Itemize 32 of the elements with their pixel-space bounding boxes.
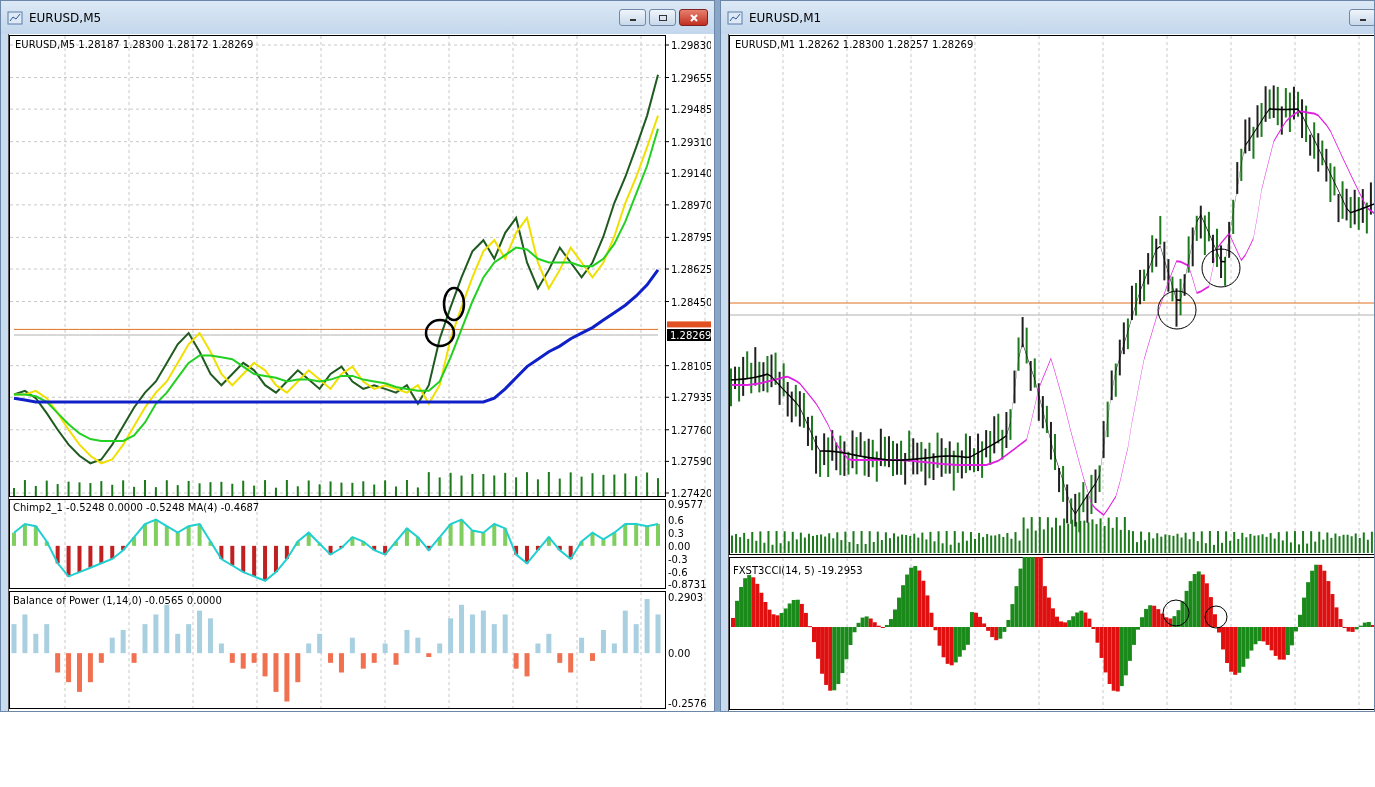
axis-label: 1.29830: [671, 40, 711, 51]
chart-header: EURUSD,M5 1.28187 1.28300 1.28172 1.28269: [15, 39, 254, 50]
axis-label: 0.6: [668, 514, 684, 526]
axis-label: 1.27760: [671, 424, 711, 436]
indicator-legend: FXST3CCI(14, 5) -19.2953: [733, 565, 863, 576]
axis-label: -0.8731: [668, 579, 707, 589]
axis-label: 1.28625: [671, 264, 711, 275]
axis-label: 1.27590: [671, 456, 711, 468]
axis-label: 0.9577: [668, 499, 703, 510]
axis-label: 1.29140: [671, 168, 711, 180]
axis-label: 1.29310: [671, 136, 711, 148]
axis-label: 0.00: [668, 648, 691, 660]
indicator-legend: Balance of Power (1,14,0) -0.0565 0.0000: [13, 595, 222, 606]
axis-label: 1.29655: [671, 72, 711, 84]
axis-label: 1.28105: [671, 360, 711, 372]
axis-label: 1.28970: [671, 199, 711, 211]
axis-label: -0.6: [668, 567, 688, 579]
window-title: EURUSD,M1: [749, 10, 822, 25]
axis-label: -0.2576: [668, 698, 707, 709]
indicator-legend: Chimp2_1 -0.5248 0.0000 -0.5248 MA(4) -0.4687: [13, 502, 260, 513]
window-title: EURUSD,M5: [29, 10, 102, 25]
axis-label: 1.28795: [671, 232, 711, 244]
axis-label: 1.27420: [671, 488, 711, 497]
axis-label: -0.3: [668, 553, 688, 565]
axis-label: 0.00: [668, 540, 691, 552]
axis-label: 1.29485: [671, 104, 711, 116]
axis-label: 0.3: [668, 527, 684, 539]
chart-header: EURUSD,M1 1.28262 1.28300 1.28257 1.28269: [735, 39, 974, 50]
axis-label: 1.28450: [671, 296, 711, 308]
axis-label: 0.2903: [668, 592, 703, 603]
axis-label: 1.27935: [671, 392, 711, 404]
price-label: 1.28269: [667, 329, 711, 341]
